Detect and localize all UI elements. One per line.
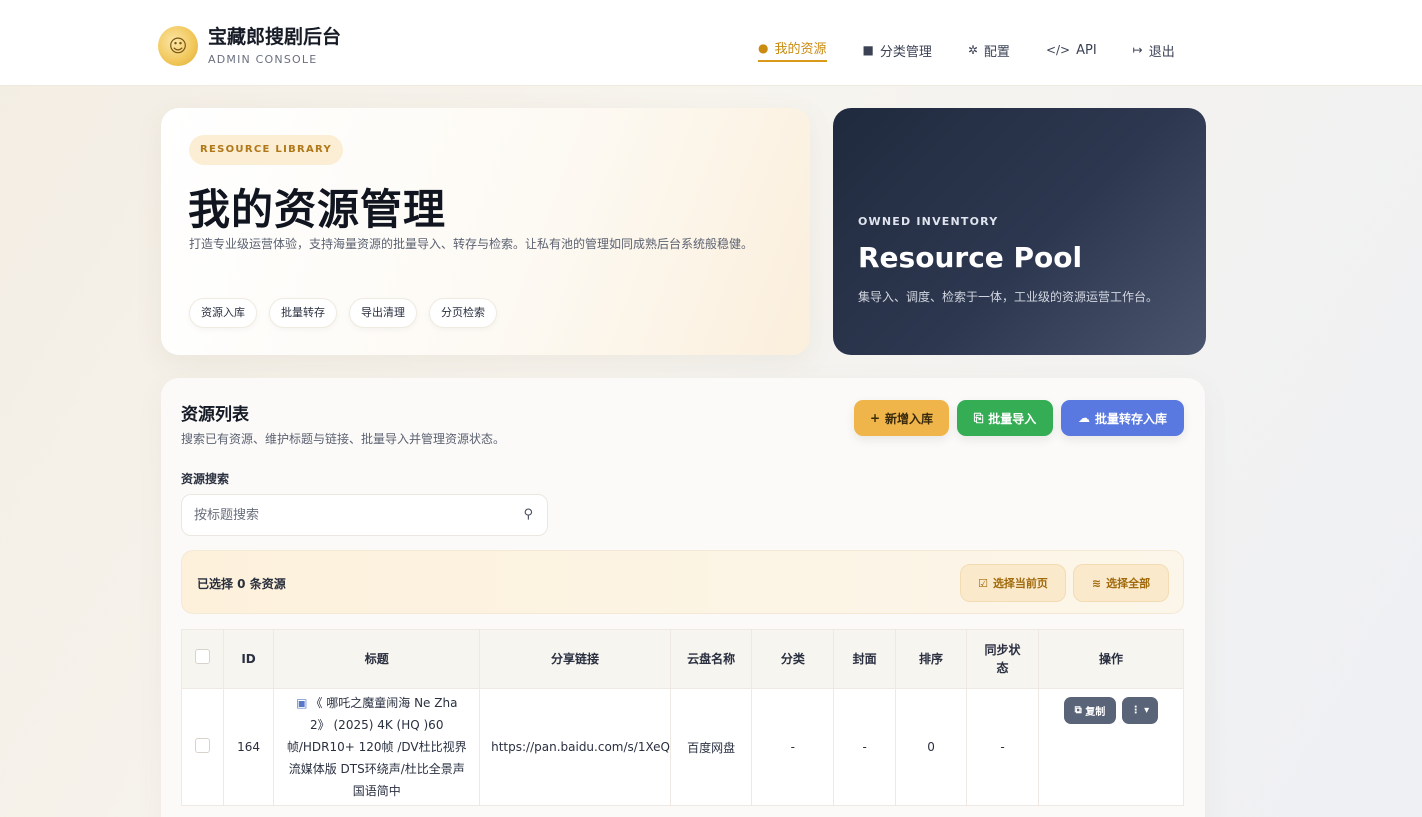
- column-header[interactable]: 云盘名称: [669, 629, 753, 689]
- cloud-upload-icon: ☁: [1077, 411, 1090, 425]
- file-import-icon: ⎘: [973, 410, 984, 425]
- brand-logo-icon: ☺: [158, 26, 198, 66]
- row-disk-name: 百度网盘: [669, 688, 753, 806]
- row-cover: -: [833, 688, 896, 806]
- table-header-row: ID 标题 分享链接 云盘名称 分类 封面 排序 同步状态 操作: [181, 629, 1185, 689]
- hero-card: RESOURCE LIBRARY 我的资源管理 打造专业级运营体验，支持海量资源…: [161, 108, 810, 355]
- row-sync-status: -: [966, 688, 1039, 806]
- resource-library-chip: RESOURCE LIBRARY: [189, 135, 344, 165]
- column-header[interactable]: 排序: [894, 629, 968, 689]
- table-row: 164 ▣ 《 哪吒之魔童闹海 Ne Zha 2》 (2025) 4K (HQ )…: [181, 688, 1185, 806]
- resource-table: ID 标题 分享链接 云盘名称 分类 封面 排序 同步状态 操作 164 ▣ 《 …: [181, 629, 1185, 806]
- plus-icon: +: [869, 411, 881, 425]
- nav-label: 我的资源: [774, 42, 827, 57]
- checkbox-checked-icon: ☑: [978, 576, 988, 590]
- hero-tag: 资源入库: [189, 298, 257, 328]
- main-nav: ● 我的资源 ■ 分类管理 ✲ 配置 </> API ↦ 退出: [758, 38, 1175, 62]
- hero-description: 打造专业级运营体验，支持海量资源的批量导入、转存与检索。让私有池的管理如同成熟后…: [189, 237, 754, 251]
- logout-icon: ↦: [1132, 43, 1143, 57]
- column-header[interactable]: 标题: [273, 629, 481, 689]
- row-share-link[interactable]: https://pan.baidu.com/s/1XeQ: [479, 688, 671, 806]
- row-checkbox[interactable]: [194, 738, 210, 753]
- more-actions-dropdown[interactable]: ⋮ ▾: [1121, 697, 1158, 724]
- search-label: 资源搜索: [181, 472, 230, 486]
- column-header[interactable]: 分类: [751, 629, 835, 689]
- nav-label: 分类管理: [879, 44, 932, 60]
- film-icon: ▣: [296, 696, 308, 710]
- list-actions: + 新增入库 ⎘ 批量导入 ☁ 批量转存入库: [854, 400, 1184, 436]
- add-resource-button[interactable]: + 新增入库: [854, 400, 949, 436]
- select-all-checkbox[interactable]: [194, 649, 210, 664]
- page-title: 我的资源管理: [188, 185, 447, 234]
- gear-icon: ✲: [967, 43, 978, 57]
- resource-list-card: 资源列表 搜索已有资源、维护标题与链接、批量导入并管理资源状态。 + 新增入库 …: [161, 378, 1205, 817]
- list-subtitle: 搜索已有资源、维护标题与链接、批量导入并管理资源状态。: [181, 432, 506, 446]
- code-icon: </>: [1045, 43, 1071, 57]
- row-checkbox-cell: [181, 688, 224, 806]
- select-current-page-label: 选择当前页: [992, 577, 1048, 590]
- top-header: ☺ 宝藏郎搜剧后台 ADMIN CONSOLE ● 我的资源 ■ 分类管理 ✲ …: [0, 0, 1422, 86]
- nav-category-management[interactable]: ■ 分类管理: [863, 41, 932, 60]
- column-header[interactable]: ID: [222, 629, 275, 689]
- row-sort: 0: [894, 688, 968, 806]
- hero-tag: 批量转存: [269, 298, 337, 328]
- pool-kicker: OWNED INVENTORY: [858, 215, 999, 228]
- hero-tags: 资源入库 批量转存 导出清理 分页检索: [189, 298, 509, 328]
- brand[interactable]: ☺ 宝藏郎搜剧后台 ADMIN CONSOLE: [158, 26, 341, 66]
- layers-icon: ≋: [1091, 576, 1102, 590]
- select-all-checkbox-cell: [181, 629, 224, 689]
- search-input[interactable]: [182, 495, 502, 535]
- nav-label: API: [1076, 42, 1097, 58]
- row-id: 164: [222, 688, 275, 806]
- select-all-label: 选择全部: [1106, 577, 1151, 590]
- selection-count: 已选择 0 条资源: [197, 577, 286, 591]
- select-current-page-button[interactable]: ☑ 选择当前页: [960, 564, 1066, 602]
- copy-icon: ⧉: [1074, 705, 1082, 716]
- list-title: 资源列表: [181, 405, 249, 425]
- selection-bar: 已选择 0 条资源 ☑ 选择当前页 ≋ 选择全部: [181, 550, 1184, 614]
- row-title-cell: ▣ 《 哪吒之魔童闹海 Ne Zha 2》 (2025) 4K (HQ )60帧/…: [273, 688, 481, 806]
- nav-my-resources[interactable]: ● 我的资源: [758, 38, 827, 62]
- copy-label: 复制: [1085, 707, 1106, 718]
- pool-description: 集导入、调度、检索于一体，工业级的资源运营工作台。: [858, 290, 1159, 304]
- batch-import-button[interactable]: ⎘ 批量导入: [957, 400, 1053, 436]
- brand-subtitle: ADMIN CONSOLE: [208, 53, 318, 66]
- row-actions: ⧉ 复制 ⋮ ▾: [1037, 688, 1185, 806]
- column-header[interactable]: 封面: [833, 629, 896, 689]
- column-header[interactable]: 同步状态: [966, 629, 1039, 689]
- resource-pool-card: OWNED INVENTORY Resource Pool 集导入、调度、检索于…: [833, 108, 1206, 355]
- add-resource-label: 新增入库: [885, 411, 934, 426]
- column-header: 操作: [1037, 629, 1185, 689]
- nav-settings[interactable]: ✲ 配置: [968, 41, 1010, 60]
- nav-label: 退出: [1148, 44, 1175, 60]
- folder-icon: ■: [862, 43, 874, 57]
- select-all-button[interactable]: ≋ 选择全部: [1073, 564, 1169, 602]
- column-header[interactable]: 分享链接: [479, 629, 671, 689]
- pool-title: Resource Pool: [858, 241, 1083, 274]
- fire-icon: ●: [758, 40, 769, 55]
- batch-transfer-button[interactable]: ☁ 批量转存入库: [1061, 400, 1184, 436]
- nav-logout[interactable]: ↦ 退出: [1133, 41, 1175, 60]
- row-category: -: [751, 688, 835, 806]
- brand-title: 宝藏郎搜剧后台: [208, 26, 342, 48]
- nav-api[interactable]: </> API: [1046, 43, 1097, 58]
- batch-transfer-label: 批量转存入库: [1094, 411, 1167, 426]
- hero-tag: 分页检索: [429, 298, 497, 328]
- row-title: 《 哪吒之魔童闹海 Ne Zha 2》 (2025) 4K (HQ )60帧/H…: [286, 696, 467, 798]
- search-box: ⚲: [181, 494, 548, 536]
- copy-button[interactable]: ⧉ 复制: [1063, 697, 1116, 724]
- nav-label: 配置: [983, 44, 1010, 60]
- search-icon[interactable]: ⚲: [523, 507, 533, 522]
- batch-import-label: 批量导入: [988, 411, 1037, 426]
- hero-tag: 导出清理: [349, 298, 417, 328]
